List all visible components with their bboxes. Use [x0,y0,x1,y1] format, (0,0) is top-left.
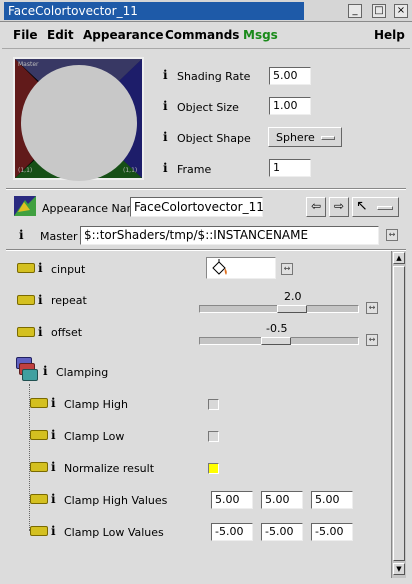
clamp-low-value-field[interactable]: -5.00 [261,523,303,541]
param-toggle-icon[interactable] [30,526,48,536]
param-toggle-icon[interactable] [17,295,35,305]
repeat-label: repeat [51,294,87,307]
info-icon[interactable]: i [163,99,168,113]
info-icon[interactable]: i [38,325,43,339]
info-icon[interactable]: i [19,228,24,242]
object-shape-value: Sphere [276,131,315,144]
menu-help[interactable]: Help [374,28,405,42]
scroll-up-arrow-icon[interactable]: ▲ [393,252,405,264]
shader-preview[interactable]: Master (1,1) (1,1) [13,57,144,181]
close-button[interactable]: × [394,4,408,18]
clamp-high-values-label: Clamp High Values [64,494,168,507]
appearance-name-field[interactable]: FaceColortovector_11 [130,197,264,217]
param-toggle-icon[interactable] [30,462,48,472]
repeat-slider-thumb[interactable] [277,305,307,313]
clamp-low-value-field[interactable]: -5.00 [211,523,253,541]
object-size-field[interactable]: 1.00 [269,97,311,115]
preview-corner-label: (1,1) [18,167,33,174]
connect-icon[interactable]: ↔ [366,302,378,314]
info-icon[interactable]: i [51,428,56,442]
param-toggle-icon[interactable] [17,263,35,273]
menu-file[interactable]: File [13,28,38,42]
divider [6,249,406,251]
info-icon[interactable]: i [43,364,48,378]
window-title: FaceColortovector_11 [4,2,304,20]
menu-appearance[interactable]: Appearance [83,28,164,42]
object-size-label: Object Size [177,101,239,114]
info-icon[interactable]: i [38,293,43,307]
clamping-group-icon[interactable] [16,357,40,383]
info-icon[interactable]: i [51,460,56,474]
clamp-low-value-field[interactable]: -5.00 [311,523,353,541]
param-toggle-icon[interactable] [30,494,48,504]
pointer-arrow-icon: ↖ [356,198,368,214]
clamp-low-checkbox[interactable] [208,431,219,442]
param-toggle-icon[interactable] [17,327,35,337]
menu-edit[interactable]: Edit [47,28,74,42]
scrollbar-thumb[interactable] [393,266,405,561]
back-arrow-icon[interactable]: ⇦ [306,197,326,217]
option-menu-indicator-icon [377,206,393,210]
menu-msgs[interactable]: Msgs [243,28,278,42]
master-label: Master [40,230,78,243]
appearance-name-label: Appearance Name [42,202,144,215]
info-icon[interactable]: i [163,161,168,175]
menu-commands[interactable]: Commands [165,28,239,42]
title-bar: FaceColortovector_11 _ □ × [0,0,412,22]
clamp-low-label: Clamp Low [64,430,125,443]
menu-bar: File Edit Appearance Commands Msgs Help [2,23,410,49]
info-icon[interactable]: i [51,492,56,506]
offset-value: -0.5 [266,322,288,335]
clamping-label: Clamping [56,366,109,379]
offset-slider-thumb[interactable] [261,337,291,345]
info-icon[interactable]: i [163,130,168,144]
info-icon[interactable]: i [38,261,43,275]
frame-label: Frame [177,163,212,176]
preview-corner-label: Master [18,61,39,68]
clamp-high-label: Clamp High [64,398,128,411]
connect-icon[interactable]: ↔ [281,263,293,275]
connect-icon[interactable]: ↔ [386,229,398,241]
clamp-high-value-field[interactable]: 5.00 [311,491,353,509]
param-toggle-icon[interactable] [30,398,48,408]
object-shape-label: Object Shape [177,132,251,145]
frame-field[interactable]: 1 [269,159,311,177]
shading-rate-field[interactable]: 5.00 [269,67,311,85]
master-field[interactable]: $::torShaders/tmp/$::INSTANCENAME [80,226,379,245]
pointer-menu-button[interactable]: ↖ [352,197,399,217]
cinput-color-swatch[interactable] [206,257,276,279]
repeat-value: 2.0 [284,290,302,303]
info-icon[interactable]: i [163,68,168,82]
preview-sphere [21,65,137,181]
param-toggle-icon[interactable] [30,430,48,440]
minimize-button[interactable]: _ [348,4,362,18]
clamp-high-value-field[interactable]: 5.00 [261,491,303,509]
cinput-label: cinput [51,263,86,276]
normalize-result-checkbox[interactable] [208,463,219,474]
paint-bucket-icon [212,259,227,275]
maximize-button[interactable]: □ [372,4,386,18]
info-icon[interactable]: i [51,396,56,410]
option-menu-indicator-icon [321,136,335,140]
clamp-high-checkbox[interactable] [208,399,219,410]
forward-arrow-icon[interactable]: ⇨ [329,197,349,217]
clamp-high-value-field[interactable]: 5.00 [211,491,253,509]
info-icon[interactable]: i [51,524,56,538]
offset-label: offset [51,326,83,339]
appearance-type-icon [14,196,36,216]
scroll-down-arrow-icon[interactable]: ▼ [393,563,405,575]
shading-rate-label: Shading Rate [177,70,251,83]
vertical-scrollbar[interactable]: ▲ ▼ [391,251,406,578]
object-shape-dropdown[interactable]: Sphere [268,127,342,147]
preview-corner-label: (1,1) [123,167,138,174]
normalize-result-label: Normalize result [64,462,155,475]
clamp-low-values-label: Clamp Low Values [64,526,164,539]
divider [6,188,406,190]
connect-icon[interactable]: ↔ [366,334,378,346]
